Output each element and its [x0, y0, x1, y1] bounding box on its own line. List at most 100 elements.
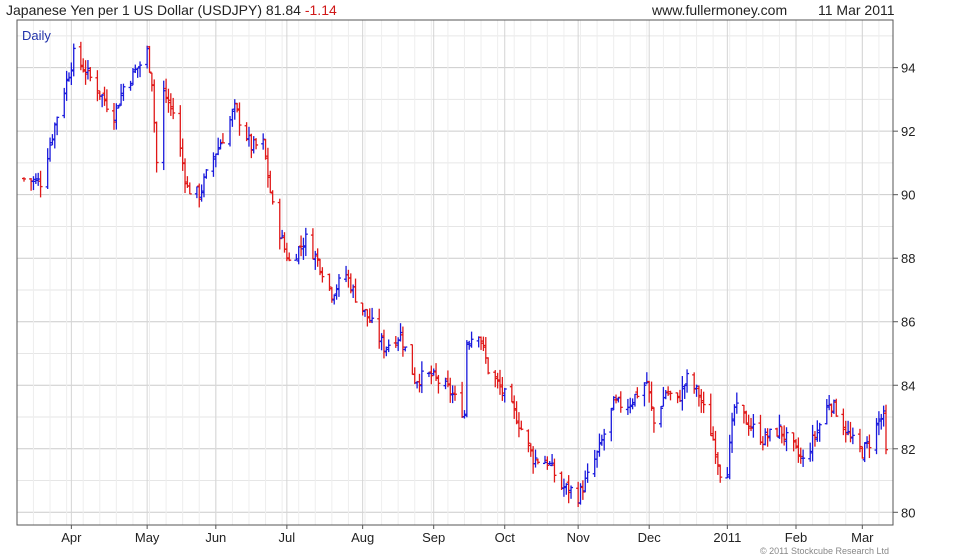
ohlc-bar [775, 427, 780, 437]
ohlc-bar [232, 99, 237, 120]
ohlc-bar [815, 420, 820, 442]
ohlc-bar [746, 414, 751, 436]
ohlc-bar [396, 337, 401, 352]
ohlc-bar [294, 253, 299, 261]
ohlc-bar [171, 97, 176, 120]
ohlc-bar [583, 470, 588, 493]
ohlc-bar [711, 426, 716, 441]
ohlc-bar [758, 414, 763, 445]
ohlc-bar [211, 152, 216, 177]
x-tick-label: May [135, 530, 160, 545]
ohlc-bar [265, 147, 270, 188]
ohlc-bar [246, 126, 251, 147]
ohlc-bar [277, 198, 282, 250]
ohlc-bar [843, 420, 848, 443]
ohlc-bar [585, 463, 590, 483]
ohlc-bar [450, 385, 455, 404]
ohlc-bar [509, 383, 514, 403]
ohlc-bar [760, 436, 765, 451]
ohlc-bar [213, 153, 218, 168]
ohlc-bar [410, 344, 415, 376]
last-price: 81.84 [265, 2, 301, 18]
ohlc-bar [95, 70, 100, 102]
ohlc-bar [595, 450, 600, 468]
ohlc-bar [429, 365, 434, 385]
ohlc-bars [22, 41, 888, 507]
ohlc-bar [609, 407, 614, 442]
ohlc-bar [270, 190, 275, 205]
ohlc-bar [180, 138, 185, 171]
ohlc-bar [135, 67, 140, 78]
ohlc-bar [597, 433, 602, 457]
ohlc-bar [187, 182, 192, 195]
ohlc-bar [649, 381, 654, 411]
ohlc-bar [261, 133, 266, 150]
ohlc-bar [370, 307, 375, 324]
site-link[interactable]: www.fullermoney.com [652, 2, 787, 18]
ohlc-bar [680, 376, 685, 411]
y-tick-label: 92 [901, 124, 915, 139]
ohlc-bar [464, 340, 469, 418]
ohlc-bar [33, 173, 38, 184]
ohlc-bar [867, 434, 872, 459]
ohlc-bar [268, 170, 273, 194]
y-tick-label: 84 [901, 378, 915, 393]
x-tick-label: Apr [61, 530, 82, 545]
ohlc-bar [685, 369, 690, 393]
ohlc-bar [860, 446, 865, 459]
ohlc-bar [220, 133, 225, 144]
x-tick-label: Mar [851, 530, 874, 545]
ohlc-bar [644, 372, 649, 385]
ohlc-bar [29, 178, 34, 191]
ohlc-bar [765, 428, 770, 447]
ohlc-bar [301, 237, 306, 260]
ohlc-bar [299, 235, 304, 257]
ohlc-bar [566, 475, 571, 504]
ohlc-bar [145, 45, 150, 69]
ohlc-bar [884, 404, 888, 455]
ohlc-bar [249, 133, 254, 159]
ohlc-bar [66, 72, 71, 82]
x-tick-label: Oct [495, 530, 516, 545]
ohlc-bar [692, 372, 697, 394]
ohlc-bar [111, 102, 116, 130]
ohlc-bar [97, 90, 102, 100]
ohlc-bar [708, 393, 713, 437]
ohlc-bar [749, 417, 754, 432]
ohlc-bar [734, 392, 739, 414]
ohlc-bar [602, 428, 607, 451]
ohlc-bar [727, 434, 732, 480]
ohlc-bar [668, 390, 673, 401]
price-chart: 80 82 84 86 88 90 92 94 Apr May Jun Jul Aug Sep Oct No… [16, 19, 915, 545]
ohlc-bar [796, 437, 801, 463]
ohlc-bar [850, 427, 855, 445]
ohlc-bar [535, 458, 540, 465]
x-tick-label: Dec [638, 530, 662, 545]
ohlc-bar [445, 370, 450, 388]
ohlc-bar [512, 395, 517, 419]
ohlc-bar [194, 186, 199, 199]
ohlc-bar [469, 331, 474, 348]
ohlc-bar [230, 108, 235, 127]
x-tick-label: Aug [351, 530, 374, 545]
ohlc-bar [320, 267, 325, 283]
ohlc-bar [808, 442, 813, 462]
y-tick-label: 82 [901, 442, 915, 457]
ohlc-bar [55, 116, 60, 136]
ohlc-bar [386, 339, 391, 353]
ohlc-bar [533, 449, 538, 468]
ohlc-bar [448, 377, 453, 403]
ohlc-bar [865, 436, 870, 449]
ohlc-bar [713, 430, 718, 464]
ohlc-bar [412, 367, 417, 385]
ohlc-bar [85, 60, 90, 80]
ohlc-bar [767, 428, 772, 442]
x-axis: Apr May Jun Jul Aug Sep Oct Nov Dec 2011 Feb Mar [61, 525, 874, 545]
ohlc-bar [751, 414, 756, 438]
y-tick-label: 94 [901, 61, 915, 76]
ohlc-bar [476, 336, 481, 348]
ohlc-bar [287, 252, 292, 262]
ohlc-bar [419, 361, 424, 394]
x-tick-label: 2011 [713, 530, 741, 545]
ohlc-bar [578, 483, 583, 505]
